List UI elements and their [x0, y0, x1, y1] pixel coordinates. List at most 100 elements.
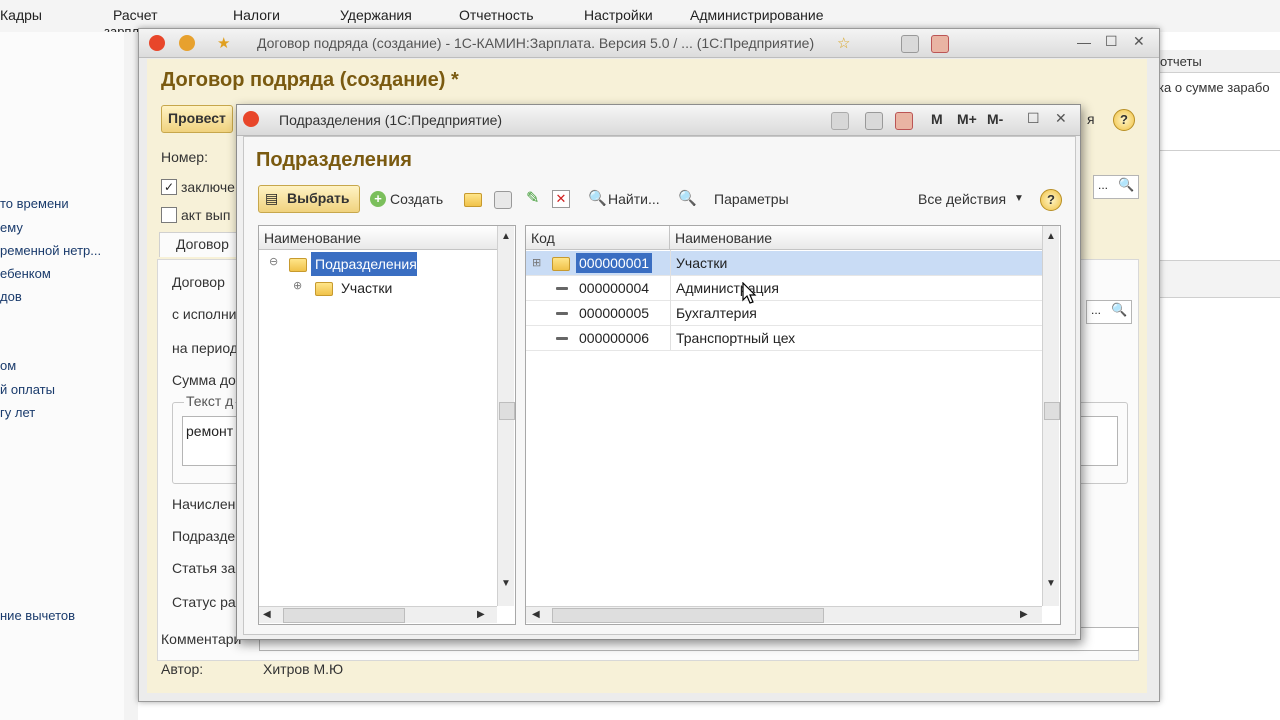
memory-m-button[interactable]: M: [931, 111, 943, 127]
article-label: Статья за: [172, 560, 236, 576]
menu-item-kadry[interactable]: Кадры: [0, 7, 42, 23]
tree-item-root[interactable]: Подразделения: [311, 252, 417, 276]
concluded-label: заключе: [181, 179, 235, 195]
number-label: Номер:: [161, 149, 208, 165]
list-vscrollbar[interactable]: ▲ ▼: [1042, 226, 1060, 606]
executor-field-buttons[interactable]: ... 🔍: [1086, 300, 1132, 324]
help-icon[interactable]: ?: [1040, 189, 1062, 211]
list-row[interactable]: ⊞ 000000001 Участки: [526, 251, 1042, 276]
list-cell-name: Транспортный цех: [676, 330, 796, 346]
mouse-cursor-icon: [742, 282, 757, 304]
left-nav-item[interactable]: ебенком: [0, 266, 51, 281]
calendar-icon[interactable]: [931, 35, 949, 53]
left-nav-item[interactable]: ему: [0, 220, 23, 235]
close-button[interactable]: ✕: [1133, 33, 1145, 50]
menu-item-administrirovanie[interactable]: Администрирование: [690, 7, 824, 23]
list-cell-name: Участки: [676, 255, 728, 271]
departments-dialog-body: Подразделения ▤ Выбрать + Создать ✎ ✕ 🔍 …: [243, 136, 1076, 635]
tab-contract[interactable]: Договор: [159, 232, 241, 257]
accrual-label: Начислен: [172, 496, 236, 512]
left-nav-item[interactable]: то времени: [0, 196, 69, 211]
list-header-name[interactable]: Наименование: [670, 226, 1042, 250]
pin-icon[interactable]: [831, 112, 849, 130]
left-nav-panel: то времени ему ременной нетр... ебенком …: [0, 32, 125, 720]
star-icon[interactable]: ☆: [837, 34, 850, 52]
help-icon[interactable]: ?: [1113, 109, 1135, 131]
menu-item-raschet[interactable]: Расчет: [113, 7, 158, 23]
create-folder-icon[interactable]: [464, 193, 482, 207]
element-icon: [556, 312, 568, 315]
contract-window-titlebar: ★ Договор подряда (создание) - 1С-КАМИН:…: [139, 29, 1159, 58]
tree-item-child-label[interactable]: Участки: [341, 276, 392, 300]
number-field-buttons[interactable]: ... 🔍: [1093, 175, 1139, 199]
menu-item-uderzhaniya[interactable]: Удержания: [340, 7, 412, 23]
list-row[interactable]: 000000006 Транспортный цех: [526, 326, 1042, 351]
list-cell-code: 000000001: [576, 253, 653, 273]
tree-pane: Наименование Подразделения ⊖ ⊕ Участки ▲…: [258, 225, 516, 625]
period-label: на период: [172, 340, 239, 356]
post-button-label: Провест: [168, 110, 226, 126]
list-pane: Код Наименование ⊞ 000000001 Участки 000…: [525, 225, 1061, 625]
left-nav-item[interactable]: гу лет: [0, 405, 35, 420]
tree-header[interactable]: Наименование: [259, 226, 497, 250]
maximize-button[interactable]: ☐: [1105, 33, 1118, 50]
collapse-icon[interactable]: ⊖: [269, 255, 278, 268]
act-checkbox[interactable]: [161, 207, 177, 223]
calendar-icon[interactable]: [895, 112, 913, 130]
expand-icon[interactable]: ⊞: [532, 251, 541, 275]
select-button[interactable]: ▤ Выбрать: [258, 185, 360, 213]
app-1c-icon: [149, 35, 165, 51]
sum-label: Сумма до: [172, 372, 236, 388]
right-panel-item[interactable]: ка о сумме зарабо: [1158, 80, 1270, 95]
delete-icon[interactable]: ✕: [552, 190, 570, 208]
left-nav-item[interactable]: ом: [0, 358, 16, 373]
left-nav-item[interactable]: дов: [0, 289, 22, 304]
tree-vscrollbar[interactable]: ▲ ▼: [497, 226, 515, 606]
all-actions-button[interactable]: Все действия: [918, 191, 1006, 207]
menu-item-otchetnost[interactable]: Отчетность: [459, 7, 534, 23]
folder-icon: [315, 282, 333, 296]
edit-pencil-icon[interactable]: ✎: [526, 188, 539, 208]
list-row[interactable]: 000000005 Бухгалтерия: [526, 301, 1042, 326]
scroll-gutter: [124, 32, 138, 720]
maximize-button[interactable]: ☐: [1027, 110, 1040, 127]
create-button[interactable]: Создать: [390, 191, 443, 207]
tree-hscrollbar[interactable]: ◀ ▶: [259, 606, 497, 623]
menu-item-nastroyki[interactable]: Настройки: [584, 7, 653, 23]
find-button[interactable]: Найти...: [608, 191, 660, 207]
more-actions-label[interactable]: я: [1087, 111, 1095, 127]
list-cell-code: 000000006: [579, 330, 650, 346]
memory-minus-button[interactable]: M-: [987, 111, 1003, 127]
params-button[interactable]: Параметры: [714, 191, 789, 207]
contract-window-title: Договор подряда (создание) - 1С-КАМИН:За…: [257, 35, 815, 51]
cancel-search-icon[interactable]: 🔍: [678, 189, 697, 207]
calculator-icon[interactable]: [901, 35, 919, 53]
post-button[interactable]: Провест: [161, 105, 233, 133]
contract-label: Договор: [172, 274, 225, 290]
list-row[interactable]: 000000004 Администрация: [526, 276, 1042, 301]
minimize-button[interactable]: —: [1077, 34, 1091, 50]
expand-icon[interactable]: ⊕: [293, 279, 302, 292]
folder-icon: [552, 257, 570, 271]
left-nav-item[interactable]: й оплаты: [0, 382, 55, 397]
calculator-icon[interactable]: [865, 112, 883, 130]
concluded-checkbox[interactable]: ✓: [161, 179, 177, 195]
copy-icon[interactable]: [494, 191, 512, 209]
app-1c-icon: [243, 111, 259, 127]
chevron-down-icon[interactable]: ▼: [1014, 193, 1024, 204]
executor-label: с исполни: [172, 306, 237, 322]
list-hscrollbar[interactable]: ◀ ▶: [526, 606, 1042, 623]
menu-dropdown-icon[interactable]: [179, 35, 195, 51]
folder-icon: [289, 258, 307, 272]
left-nav-item[interactable]: ние вычетов: [0, 608, 75, 623]
tab-contract-label: Договор: [176, 236, 229, 252]
list-cell-code: 000000004: [579, 280, 650, 296]
left-nav-item[interactable]: ременной нетр...: [0, 243, 101, 258]
memory-plus-button[interactable]: M+: [957, 111, 977, 127]
menu-item-nalogi[interactable]: Налоги: [233, 7, 280, 23]
list-header-code[interactable]: Код: [526, 226, 670, 250]
favorite-star-icon[interactable]: ★: [217, 34, 230, 52]
create-icon[interactable]: +: [370, 191, 386, 207]
tree-item-root-label: Подразделения: [315, 256, 417, 272]
close-button[interactable]: ✕: [1055, 110, 1067, 127]
